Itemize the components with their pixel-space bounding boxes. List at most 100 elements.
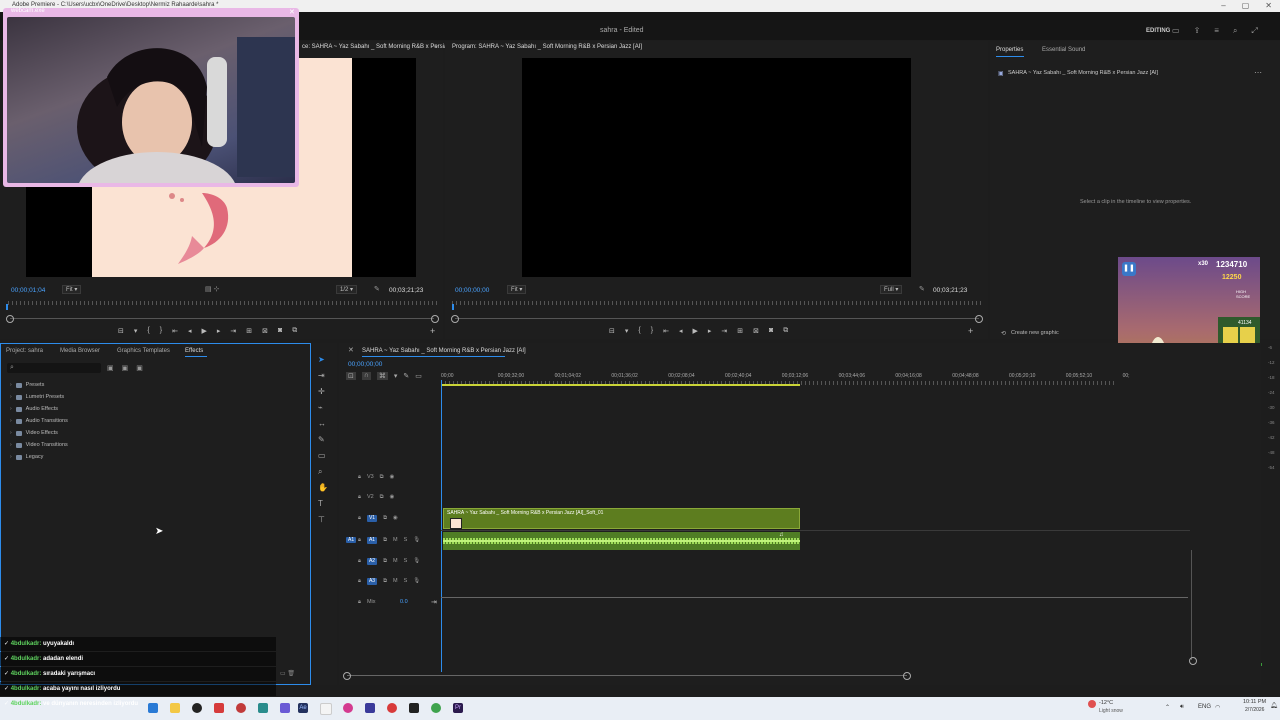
- tree-item-lumetri-presets[interactable]: › Lumetri Presets: [10, 394, 64, 400]
- tree-item-audio-effects[interactable]: › Audio Effects: [10, 406, 58, 412]
- app-round-icon[interactable]: [236, 703, 246, 713]
- sync-icon[interactable]: ⧉: [383, 515, 387, 522]
- type-icon[interactable]: T: [318, 499, 323, 508]
- source-time-ruler[interactable]: [8, 301, 438, 305]
- timeline-timecode[interactable]: 00;00;00;00: [348, 361, 382, 368]
- sync-icon[interactable]: ⧉: [380, 494, 384, 501]
- sync-icon[interactable]: ⧉: [383, 537, 387, 544]
- mic-icon[interactable]: 🎙︎: [413, 558, 420, 565]
- volume-icon[interactable]: 🔊︎: [1180, 704, 1184, 711]
- source-scroll-handle-end[interactable]: [431, 315, 439, 323]
- source-timecode[interactable]: 00;00;01;04: [11, 287, 45, 294]
- source-monitor-tab[interactable]: ce: SAHRA ~ Yaz Sabahı _ Soft Morning R&…: [302, 44, 451, 50]
- add-marker-icon[interactable]: ▾: [134, 327, 138, 335]
- program-timecode[interactable]: 00;00;00;00: [455, 287, 489, 294]
- opera-icon[interactable]: [387, 703, 397, 713]
- comparison-icon[interactable]: ⧉: [783, 327, 788, 335]
- step-forward-icon[interactable]: ▸: [217, 327, 221, 335]
- timeline-ruler[interactable]: 00;00 00;00;32;00 00;01;04;02 00;01;36;02 00…: [441, 373, 1130, 381]
- tab-essential-sound[interactable]: Essential Sound: [1042, 47, 1085, 53]
- source-patch-a1[interactable]: A1: [346, 537, 357, 543]
- program-marker-icon[interactable]: ▾: [625, 327, 629, 335]
- program-scroll-handle-end[interactable]: [975, 315, 983, 323]
- after-effects-icon[interactable]: Ae: [298, 703, 308, 713]
- solo-icon[interactable]: S: [404, 537, 408, 544]
- timeline-horizontal-scrollbar[interactable]: [347, 675, 907, 676]
- create-new-graphic-button[interactable]: Create new graphic: [1011, 330, 1059, 336]
- weather-icon[interactable]: [1088, 700, 1096, 708]
- eye-icon[interactable]: ◉: [393, 515, 398, 522]
- add-button-icon[interactable]: +: [430, 326, 435, 336]
- program-fit-dropdown[interactable]: Fit ▾: [507, 285, 527, 294]
- video-clip[interactable]: SAHRA ~ Yaz Sabahı _ Soft Morning R&B x …: [443, 508, 800, 529]
- sequence-tab[interactable]: SAHRA ~ Yaz Sabahı _ Soft Morning R&B x …: [362, 348, 526, 354]
- ripple-edit-icon[interactable]: ✛: [318, 387, 325, 396]
- selection-tool-icon[interactable]: ➤: [318, 355, 325, 364]
- go-to-out-icon[interactable]: ⇥: [230, 327, 236, 335]
- nest-icon[interactable]: ⊡: [346, 372, 356, 380]
- mute-icon[interactable]: M: [393, 578, 398, 585]
- close-icon[interactable]: ✕: [1265, 1, 1272, 10]
- program-step-back-icon[interactable]: ◂: [679, 327, 683, 335]
- lock-icon[interactable]: 🔒︎: [358, 578, 361, 585]
- program-playhead[interactable]: [452, 304, 454, 310]
- hand-icon[interactable]: ✋: [318, 483, 328, 492]
- mix-end-icon[interactable]: ⇥: [431, 598, 437, 606]
- source-scrollbar[interactable]: [10, 318, 434, 319]
- h-scroll-handle-start[interactable]: [343, 672, 351, 680]
- tree-item-video-transitions[interactable]: › Video Transitions: [10, 442, 68, 448]
- app-green-icon[interactable]: [431, 703, 441, 713]
- app-teal-icon[interactable]: [258, 703, 268, 713]
- app-dark-icon[interactable]: [409, 703, 419, 713]
- timeline-marker-icon[interactable]: ▾: [394, 372, 398, 380]
- yuv-effects-icon[interactable]: ▣: [136, 364, 143, 372]
- lock-icon[interactable]: 🔒︎: [358, 494, 361, 501]
- program-camera-icon[interactable]: ◙: [769, 327, 773, 335]
- zoom-icon[interactable]: ⌕: [318, 467, 322, 477]
- close-sequence-icon[interactable]: ✕: [348, 346, 354, 354]
- track-label[interactable]: V1: [366, 515, 378, 522]
- mic-icon[interactable]: 🎙︎: [413, 537, 420, 544]
- tree-item-presets[interactable]: › Presets: [10, 382, 44, 388]
- timeline-playhead[interactable]: [441, 380, 442, 672]
- source-resolution-dropdown[interactable]: 1/2 ▾: [336, 285, 358, 294]
- track-label[interactable]: A2: [366, 558, 378, 565]
- lock-icon[interactable]: 🔒︎: [358, 558, 361, 565]
- go-to-in-icon[interactable]: ⇤: [172, 327, 178, 335]
- program-scrollbar[interactable]: [455, 318, 979, 319]
- lock-icon[interactable]: 🔒︎: [358, 474, 361, 481]
- pause-icon[interactable]: ❚❚: [1122, 262, 1136, 276]
- mute-icon[interactable]: M: [393, 558, 398, 565]
- tab-media-browser[interactable]: Media Browser: [60, 348, 100, 354]
- tab-graphics-templates[interactable]: Graphics Templates: [117, 348, 170, 354]
- webcam-close-icon[interactable]: ✕: [289, 8, 295, 16]
- lock-icon[interactable]: 🔒︎: [358, 537, 361, 544]
- create-graphic-icon[interactable]: ⟲: [1001, 330, 1006, 337]
- solo-icon[interactable]: S: [404, 558, 408, 565]
- tab-properties[interactable]: Properties: [996, 47, 1023, 53]
- program-scroll-handle[interactable]: [451, 315, 459, 323]
- program-mark-in-icon[interactable]: {: [638, 327, 640, 335]
- settings-icon[interactable]: ▤ ⊹: [205, 285, 219, 293]
- linked-selection-icon[interactable]: ⌘: [376, 372, 388, 380]
- lock-icon[interactable]: 🔒︎: [358, 599, 361, 606]
- more-options-icon[interactable]: ⋯: [1254, 68, 1262, 77]
- program-go-out-icon[interactable]: ⇥: [721, 327, 727, 335]
- app-pink-icon[interactable]: [343, 703, 353, 713]
- app-shield-icon[interactable]: [365, 703, 375, 713]
- lift-icon[interactable]: ⊟: [609, 327, 615, 335]
- track-label[interactable]: A1: [366, 537, 378, 544]
- tab-project[interactable]: Project: sahra: [6, 348, 43, 354]
- step-back-icon[interactable]: ◂: [188, 327, 192, 335]
- expand-icon[interactable]: ⤢: [1251, 26, 1257, 36]
- app-purple-icon[interactable]: [280, 703, 290, 713]
- effects-search-input[interactable]: ⌕: [7, 363, 101, 373]
- minimize-icon[interactable]: –: [1221, 1, 1225, 10]
- tree-item-video-effects[interactable]: › Video Effects: [10, 430, 58, 436]
- tree-item-legacy[interactable]: › Legacy: [10, 454, 43, 460]
- audio-clip[interactable]: ♫: [443, 532, 800, 550]
- play-icon[interactable]: ▶: [201, 327, 206, 335]
- source-fit-dropdown[interactable]: Fit ▾: [62, 285, 82, 294]
- tree-item-audio-transitions[interactable]: › Audio Transitions: [10, 418, 68, 424]
- timeline-wrench-icon[interactable]: ✎: [403, 372, 409, 380]
